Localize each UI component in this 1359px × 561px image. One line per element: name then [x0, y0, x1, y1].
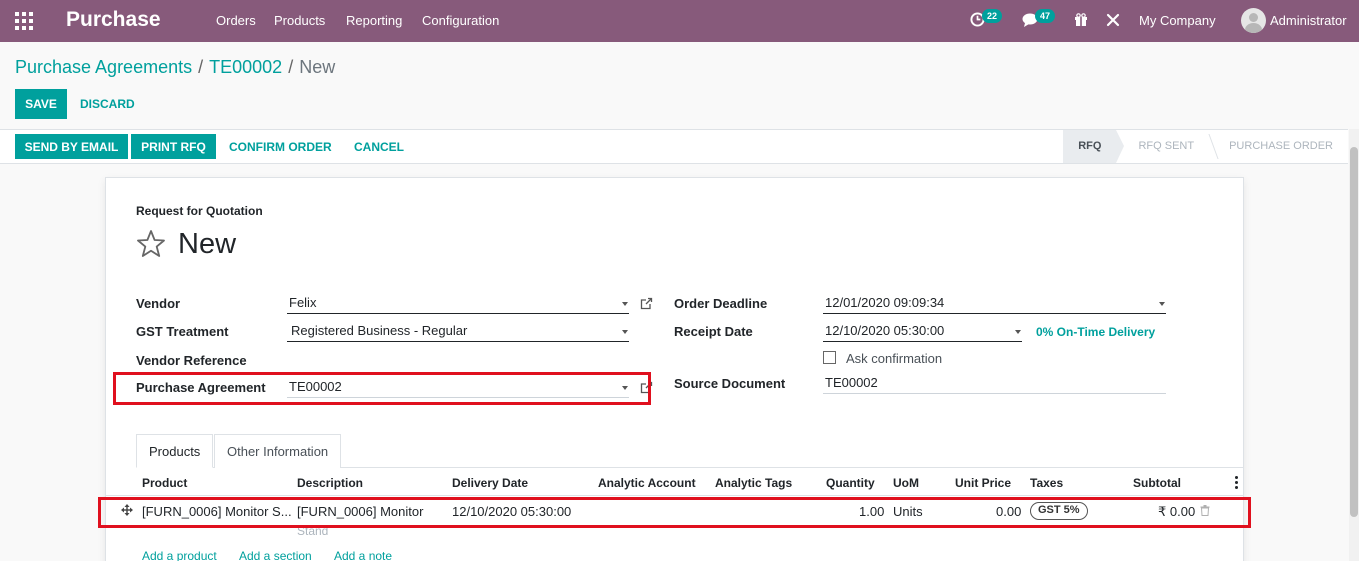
menu-orders[interactable]: Orders [216, 13, 256, 28]
vendor-field[interactable]: Felix [287, 294, 629, 314]
page-scrollbar[interactable] [1349, 129, 1359, 561]
breadcrumb-agreement[interactable]: TE00002 [209, 57, 282, 77]
debug-tools-icon[interactable] [1106, 13, 1120, 27]
column-uom[interactable]: UoM [893, 476, 919, 490]
line-subtotal: ₹ 0.00 [1158, 504, 1196, 519]
ask-confirmation-checkbox[interactable] [823, 351, 836, 364]
optional-columns-icon[interactable] [1235, 476, 1238, 491]
menu-configuration[interactable]: Configuration [422, 13, 499, 28]
line-delivery-date[interactable]: 12/10/2020 05:30:00 [452, 504, 571, 519]
add-product-link[interactable]: Add a product [142, 549, 217, 561]
column-quantity[interactable]: Quantity [826, 476, 875, 490]
breadcrumb-purchase-agreements[interactable]: Purchase Agreements [15, 57, 192, 77]
external-link-icon[interactable] [640, 381, 653, 394]
print-rfq-button[interactable]: Print RFQ [131, 134, 216, 159]
column-analytic-account[interactable]: Analytic Account [598, 476, 696, 490]
save-button[interactable]: Save [15, 89, 67, 119]
receipt-dropdown-caret[interactable] [1015, 330, 1021, 334]
send-by-email-button[interactable]: Send by Email [15, 134, 128, 159]
menu-products[interactable]: Products [274, 13, 325, 28]
deadline-dropdown-caret[interactable] [1159, 302, 1165, 306]
column-subtotal[interactable]: Subtotal [1133, 476, 1181, 490]
column-analytic-tags[interactable]: Analytic Tags [715, 476, 792, 490]
company-switcher[interactable]: My Company [1139, 13, 1216, 28]
vendor-reference-label: Vendor Reference [136, 353, 247, 368]
breadcrumb-current: New [299, 57, 336, 77]
tab-products[interactable]: Products [136, 434, 214, 468]
status-rfq-sent[interactable]: RFQ Sent [1116, 130, 1209, 163]
apps-menu-icon[interactable] [15, 12, 33, 30]
app-title: Purchase [66, 8, 161, 31]
source-document-label: Source Document [674, 376, 786, 391]
line-quantity[interactable]: 1.00 [859, 504, 884, 519]
purchase-agreement-field[interactable]: TE00002 [287, 378, 629, 398]
scrollbar-thumb[interactable] [1350, 147, 1358, 517]
header-divider [105, 495, 1244, 496]
breadcrumb: Purchase Agreements / TE00002/New [15, 57, 335, 78]
gst-dropdown-caret[interactable] [622, 330, 628, 334]
menu-reporting[interactable]: Reporting [346, 13, 402, 28]
breadcrumb-separator: / [288, 57, 294, 77]
line-uom[interactable]: Units [893, 504, 923, 519]
receipt-date-label: Receipt Date [674, 324, 753, 339]
cancel-button[interactable]: Cancel [354, 140, 404, 154]
agreement-dropdown-caret[interactable] [622, 386, 628, 390]
gst-treatment-select[interactable]: Registered Business - Regular [287, 322, 629, 342]
message-count-badge: 47 [1035, 9, 1056, 23]
tax-tag[interactable]: GST 5% [1030, 502, 1088, 520]
column-unit-price[interactable]: Unit Price [955, 476, 1011, 490]
line-description-continued: Stand [297, 524, 329, 538]
document-type-label: Request for Quotation [136, 204, 263, 218]
drag-handle-icon[interactable] [121, 504, 133, 516]
activity-count-badge: 22 [982, 9, 1003, 23]
ask-confirmation-label: Ask confirmation [846, 351, 943, 366]
add-note-link[interactable]: Add a note [334, 549, 392, 561]
column-product[interactable]: Product [142, 476, 187, 490]
document-name: New [178, 228, 237, 260]
favorite-star-icon[interactable] [136, 229, 166, 259]
source-document-field[interactable]: TE00002 [823, 374, 1166, 394]
user-avatar[interactable] [1241, 8, 1266, 33]
order-deadline-field[interactable]: 12/01/2020 09:09:34 [823, 294, 1166, 314]
status-rfq[interactable]: RFQ [1063, 130, 1125, 163]
add-section-link[interactable]: Add a section [239, 549, 312, 561]
receipt-date-field[interactable]: 12/10/2020 05:30:00 [823, 322, 1022, 342]
breadcrumb-separator: / [198, 57, 204, 77]
column-delivery-date[interactable]: Delivery Date [452, 476, 528, 490]
vendor-dropdown-caret[interactable] [622, 302, 628, 306]
discard-button[interactable]: Discard [80, 97, 135, 111]
purchase-agreement-label: Purchase Agreement [136, 380, 266, 395]
line-product[interactable]: [FURN_0006] Monitor S... [142, 504, 292, 519]
delete-line-icon[interactable] [1200, 505, 1210, 516]
status-purchase-order[interactable]: Purchase Order [1209, 130, 1348, 163]
line-unit-price[interactable]: 0.00 [996, 504, 1021, 519]
column-taxes[interactable]: Taxes [1030, 476, 1063, 490]
gift-icon[interactable] [1074, 13, 1088, 27]
tab-other-information[interactable]: Other Information [214, 434, 342, 468]
gst-treatment-label: GST Treatment [136, 324, 229, 339]
user-menu[interactable]: Administrator [1270, 13, 1347, 28]
column-description[interactable]: Description [297, 476, 363, 490]
vendor-label: Vendor [136, 296, 181, 311]
line-description[interactable]: [FURN_0006] Monitor [297, 504, 423, 519]
on-time-delivery-link[interactable]: 0% On-Time Delivery [1036, 325, 1155, 339]
confirm-order-button[interactable]: Confirm Order [229, 140, 332, 154]
external-link-icon[interactable] [640, 297, 653, 310]
top-navbar: Purchase Orders Products Reporting Confi… [0, 0, 1359, 42]
order-deadline-label: Order Deadline [674, 296, 768, 311]
statusbar: RFQ RFQ Sent Purchase Order [1063, 130, 1348, 163]
